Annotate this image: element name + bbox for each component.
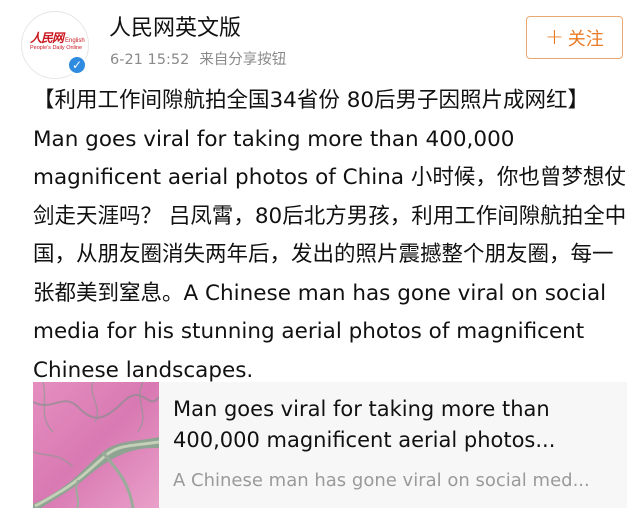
- post-meta: 6-21 15:52 来自分享按钮: [110, 48, 286, 69]
- aerial-landscape-thumbnail: [33, 382, 159, 508]
- logo-english-text: English: [65, 38, 85, 44]
- follow-button[interactable]: + 关注: [526, 16, 623, 59]
- logo-chinese-text: 人民网: [30, 31, 64, 45]
- link-card-title: Man goes viral for taking more than 400,…: [173, 394, 613, 456]
- logo-subtitle: People's Daily Online: [30, 45, 83, 51]
- post-timestamp: 6-21 15:52: [110, 52, 190, 68]
- plus-icon: +: [545, 25, 564, 50]
- people-daily-logo: 人民网 English People's Daily Online: [30, 31, 85, 52]
- follow-button-label: 关注: [567, 28, 604, 50]
- link-card-title-line1: Man goes viral for taking more than: [173, 397, 550, 421]
- link-card[interactable]: Man goes viral for taking more than 400,…: [33, 382, 627, 508]
- post-text: 【利用工作间隙航拍全国34省份 80后男子因照片成网红】Man goes vir…: [33, 88, 627, 383]
- link-card-description: A Chinese man has gone viral on social m…: [173, 470, 590, 491]
- user-name[interactable]: 人民网英文版: [109, 10, 241, 42]
- post-source: 来自分享按钮: [199, 52, 287, 68]
- link-card-title-line2: 400,000 magnificent aerial photos...: [173, 428, 556, 452]
- verified-badge-icon: ✓: [67, 55, 87, 75]
